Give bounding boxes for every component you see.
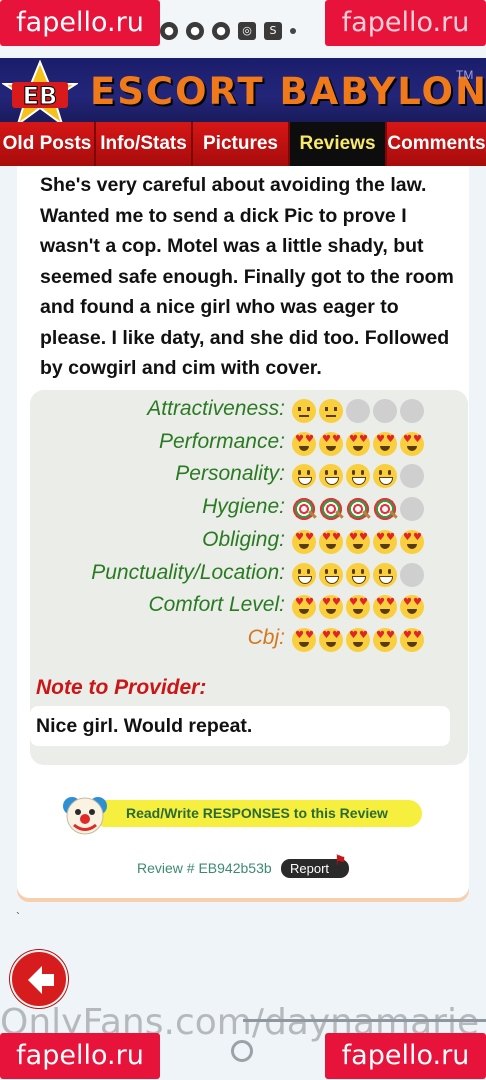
logo-text: EB [23, 82, 58, 110]
watermark-top-left: fapello.ru [0, 0, 160, 46]
heart-eyes-face-icon [373, 432, 397, 456]
note-to-provider-label: Note to Provider: [36, 676, 207, 699]
rating-icons [292, 399, 424, 423]
heart-eyes-face-icon [373, 595, 397, 619]
lollipop-icon [319, 497, 343, 521]
smile-face-icon [319, 563, 343, 587]
lollipop-icon [346, 497, 370, 521]
heart-eyes-face-icon [292, 595, 316, 619]
messenger-icon: ● [186, 22, 204, 40]
clown-icon[interactable] [62, 792, 108, 838]
brand-title: ESCORT BABYLON [90, 70, 486, 113]
rating-icons [292, 530, 424, 554]
heart-eyes-face-icon [400, 530, 424, 554]
rating-label: Punctuality/Location: [91, 561, 285, 584]
smile-face-icon [346, 464, 370, 488]
stray-backtick: ` [16, 910, 20, 924]
tab-comments[interactable]: Comments [387, 122, 486, 166]
tab-reviews[interactable]: Reviews [290, 122, 387, 166]
rating-icons [292, 497, 424, 521]
s-app-icon: S [264, 22, 282, 40]
heart-eyes-face-icon [346, 628, 370, 652]
back-button[interactable] [10, 950, 68, 1008]
review-number: Review # EB942b53b [137, 860, 272, 876]
smile-face-icon [319, 464, 343, 488]
heart-eyes-face-icon [400, 432, 424, 456]
eb-logo-star-icon[interactable]: EB [2, 60, 78, 128]
responses-button-label[interactable]: Read/Write RESPONSES to this Review [126, 805, 388, 821]
watermark-bottom-left: fapello.ru [0, 1033, 160, 1079]
tab-info-stats[interactable]: Info/Stats [96, 122, 193, 166]
rating-label: Personality: [175, 462, 285, 485]
heart-eyes-face-icon [319, 432, 343, 456]
empty-circle-icon [346, 399, 370, 423]
tab-old-posts[interactable]: Old Posts [0, 122, 96, 166]
smile-face-icon [346, 563, 370, 587]
heart-eyes-face-icon [346, 530, 370, 554]
smile-face-icon [373, 563, 397, 587]
heart-eyes-face-icon [319, 595, 343, 619]
smile-face-icon [292, 464, 316, 488]
smile-face-icon [292, 563, 316, 587]
heart-eyes-face-icon [319, 628, 343, 652]
rating-label: Cbj: [247, 626, 285, 649]
rating-label: Comfort Level: [148, 593, 285, 616]
status-icons: ● ● ● ◎ S [160, 22, 296, 40]
rating-icons [292, 432, 424, 456]
chat-icon: ● [160, 22, 178, 40]
report-flag-icon[interactable]: ⚑ [334, 853, 347, 869]
smile-face-icon [373, 464, 397, 488]
empty-circle-icon [400, 399, 424, 423]
watermark-bottom-right: fapello.ru [325, 1033, 486, 1079]
neutral-face-icon [319, 399, 343, 423]
empty-circle-icon [400, 497, 424, 521]
back-arrow-icon [28, 966, 54, 994]
heart-eyes-face-icon [373, 628, 397, 652]
rating-label: Performance: [158, 430, 285, 453]
heart-eyes-face-icon [292, 628, 316, 652]
empty-circle-icon [400, 464, 424, 488]
home-circle-icon[interactable] [231, 1040, 253, 1062]
heart-eyes-face-icon [400, 595, 424, 619]
neutral-face-icon [292, 399, 316, 423]
rating-label: Attractiveness: [147, 397, 285, 420]
review-text: She's very careful about avoiding the la… [40, 174, 454, 379]
heart-eyes-face-icon [400, 628, 424, 652]
heart-eyes-face-icon [319, 530, 343, 554]
rating-icons [292, 628, 424, 652]
rating-icons [292, 563, 424, 587]
heart-eyes-face-icon [346, 432, 370, 456]
instagram-icon: ◎ [238, 22, 256, 40]
trademark: TM [456, 68, 474, 82]
nav-tabs: Old Posts Info/Stats Pictures Reviews Co… [0, 122, 486, 166]
lollipop-icon [292, 497, 316, 521]
heart-eyes-face-icon [292, 432, 316, 456]
empty-circle-icon [373, 399, 397, 423]
more-dot-icon [290, 28, 296, 34]
heart-eyes-face-icon [373, 530, 397, 554]
rating-icons [292, 464, 424, 488]
empty-circle-icon [400, 563, 424, 587]
rating-label: Hygiene: [202, 495, 285, 518]
lollipop-icon [373, 497, 397, 521]
rating-label: Obliging: [202, 528, 285, 551]
note-to-provider-text: Nice girl. Would repeat. [36, 715, 253, 737]
rating-icons [292, 595, 424, 619]
messenger-icon-2: ● [212, 22, 230, 40]
tab-pictures[interactable]: Pictures [193, 122, 290, 166]
watermark-top-right: fapello.ru [325, 0, 486, 46]
heart-eyes-face-icon [346, 595, 370, 619]
system-nav-line [243, 1019, 486, 1022]
heart-eyes-face-icon [292, 530, 316, 554]
